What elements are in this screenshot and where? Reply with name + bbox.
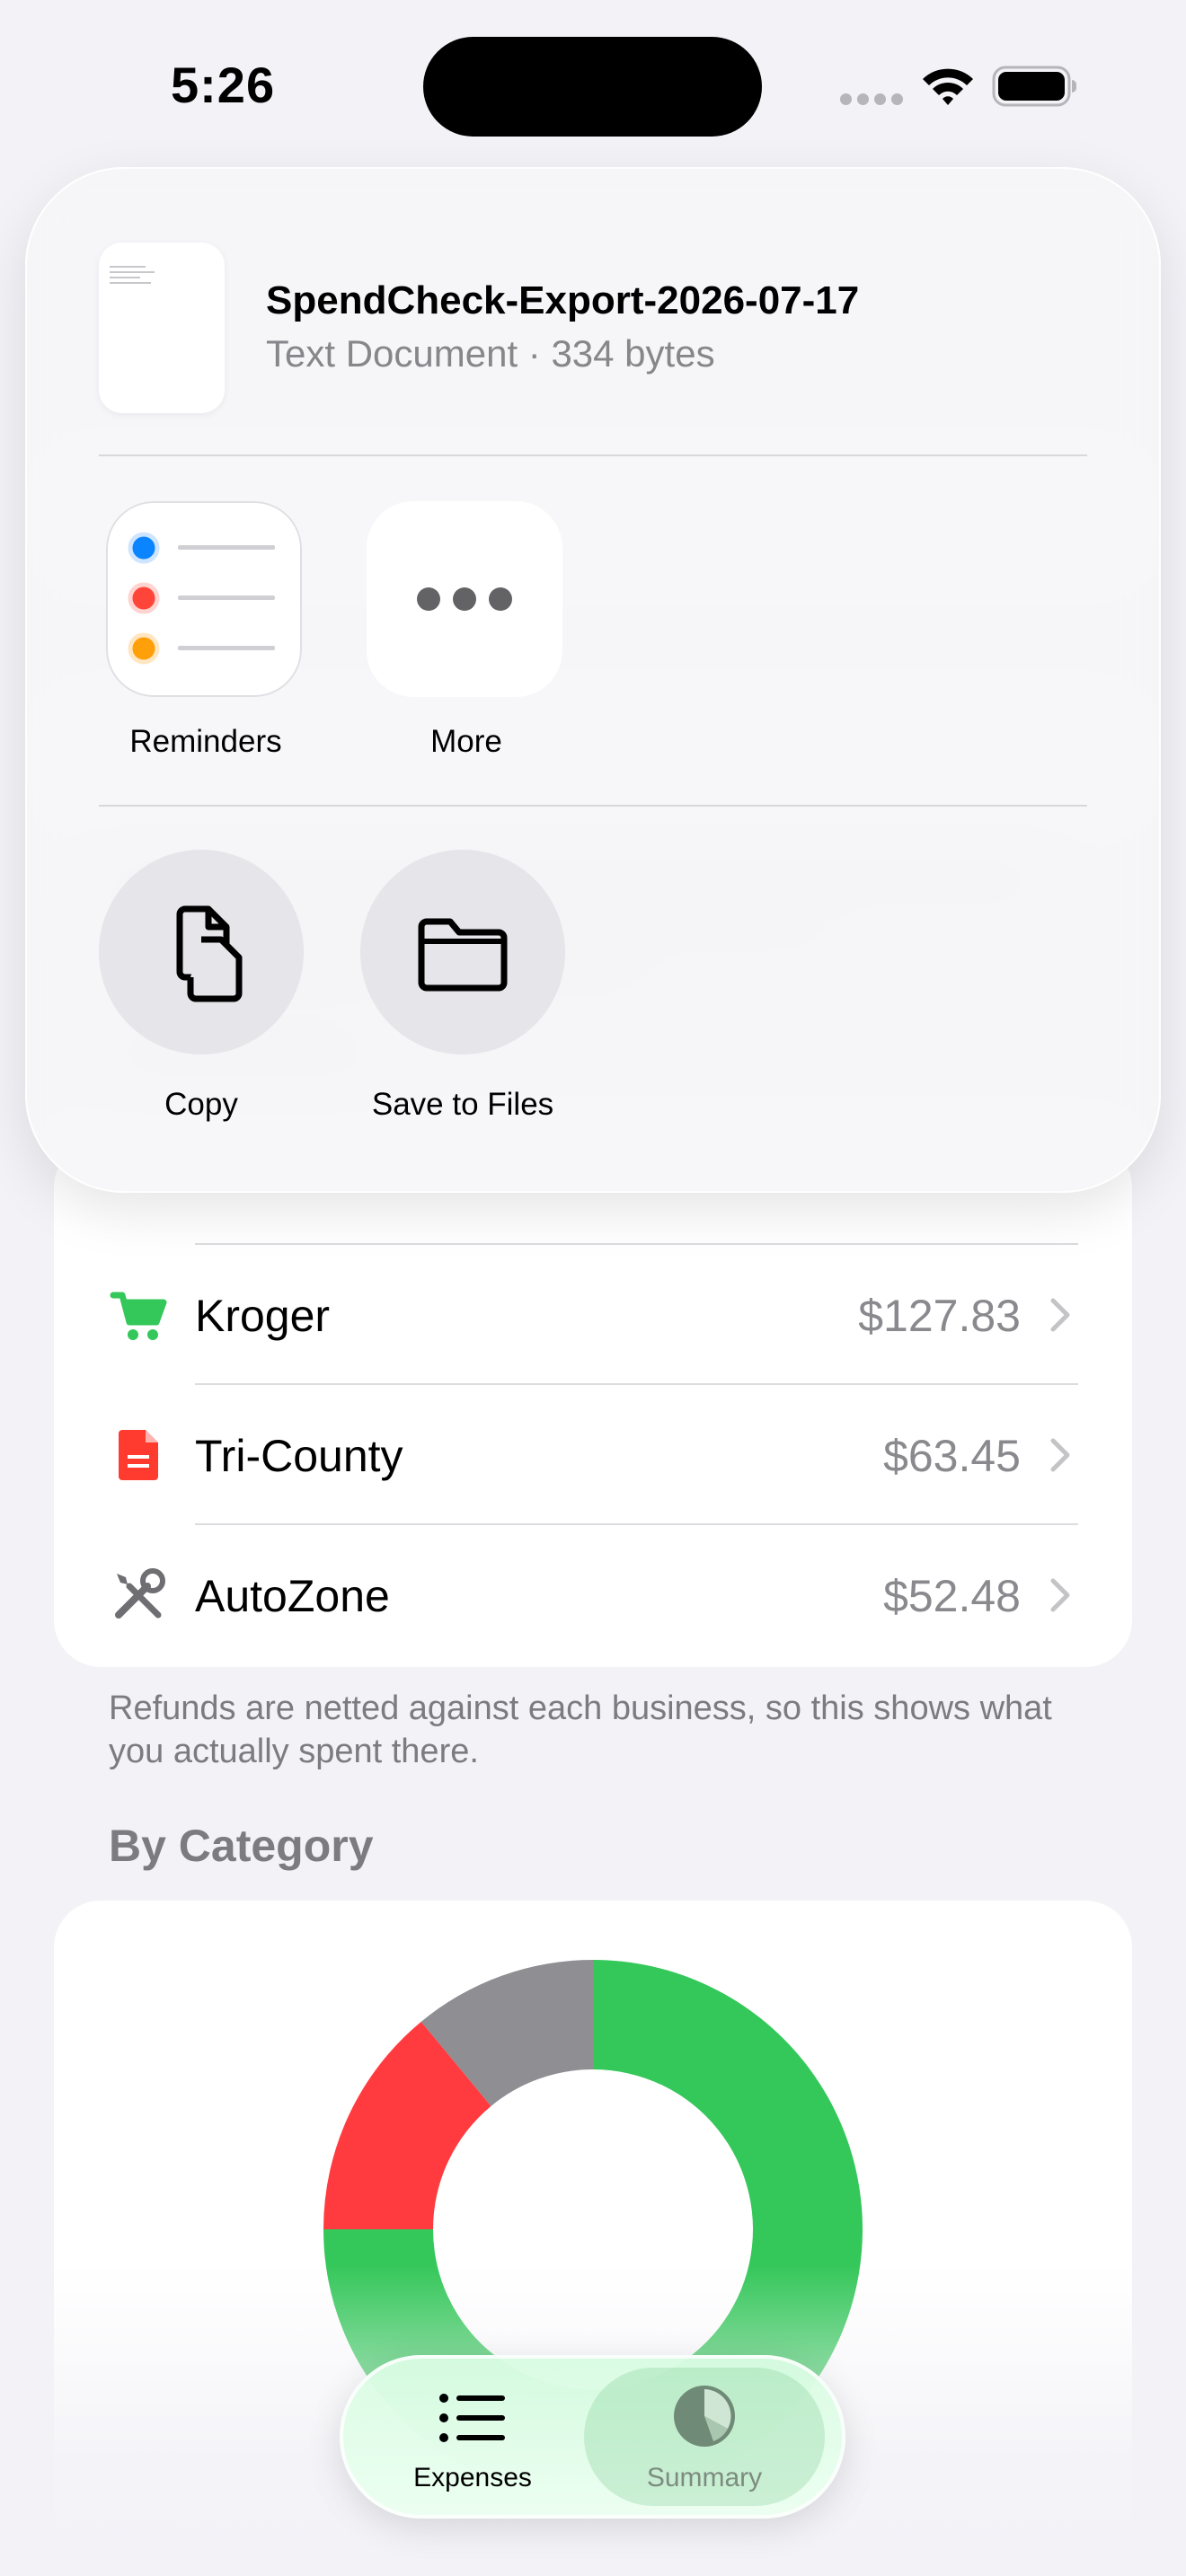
tab-expenses[interactable]: Expenses (352, 2368, 593, 2506)
tab-label: Summary (646, 2463, 763, 2492)
chevron-right-icon (1050, 1578, 1070, 1612)
file-name: SpendCheck-Export-2026-07-17 (266, 278, 860, 322)
more-icon (367, 501, 562, 697)
file-info: Text Document · 334 bytes (266, 332, 715, 375)
document-thumbnail (99, 243, 225, 413)
chevron-right-icon (1050, 1438, 1070, 1472)
tab-bar: Expenses Summary (340, 2355, 845, 2519)
status-bar: 5:26 (0, 0, 1186, 171)
dynamic-island (423, 37, 762, 137)
wifi-icon (923, 68, 973, 105)
list-icon (439, 2394, 505, 2442)
divider (99, 454, 1087, 456)
tab-label: Expenses (413, 2463, 532, 2492)
cart-icon (110, 1292, 167, 1340)
wrench-screwdriver-icon (115, 1568, 165, 1619)
business-row-autozone[interactable]: AutoZone $52.48 (54, 1525, 1132, 1665)
business-name: AutoZone (195, 1571, 390, 1621)
chevron-right-icon (1050, 1298, 1070, 1332)
document-icon (119, 1430, 158, 1480)
business-row-tri-county[interactable]: Tri-County $63.45 (54, 1385, 1132, 1525)
business-name: Kroger (195, 1291, 331, 1341)
refunds-footnote: Refunds are netted against each business… (109, 1689, 1052, 1770)
tab-summary[interactable]: Summary (584, 2368, 825, 2506)
business-amount: $52.48 (883, 1571, 1021, 1621)
business-row-kroger[interactable]: Kroger $127.83 (54, 1245, 1132, 1385)
business-amount: $63.45 (883, 1431, 1021, 1481)
divider (99, 805, 1087, 807)
business-amount: $127.83 (858, 1291, 1021, 1341)
copy-label: Copy (164, 1087, 238, 1122)
save-to-files-label: Save to Files (371, 1087, 554, 1122)
by-category-header: By Category (109, 1821, 374, 1871)
share-app-label: More (430, 724, 502, 759)
battery-icon (992, 66, 1076, 107)
share-app-label: Reminders (129, 724, 282, 759)
status-time: 5:26 (171, 57, 276, 113)
share-sheet[interactable]: SpendCheck-Export-2026-07-17 Text Docume… (25, 167, 1161, 1193)
pie-chart-icon (674, 2386, 735, 2447)
reminders-icon (106, 501, 302, 697)
copy-icon (99, 850, 304, 1054)
business-list-card: Kroger $127.83 Tri-County $63.45 AutoZon… (54, 1141, 1132, 1667)
folder-icon (360, 850, 565, 1054)
cellular-signal-icon (840, 93, 903, 106)
business-name: Tri-County (195, 1431, 403, 1481)
